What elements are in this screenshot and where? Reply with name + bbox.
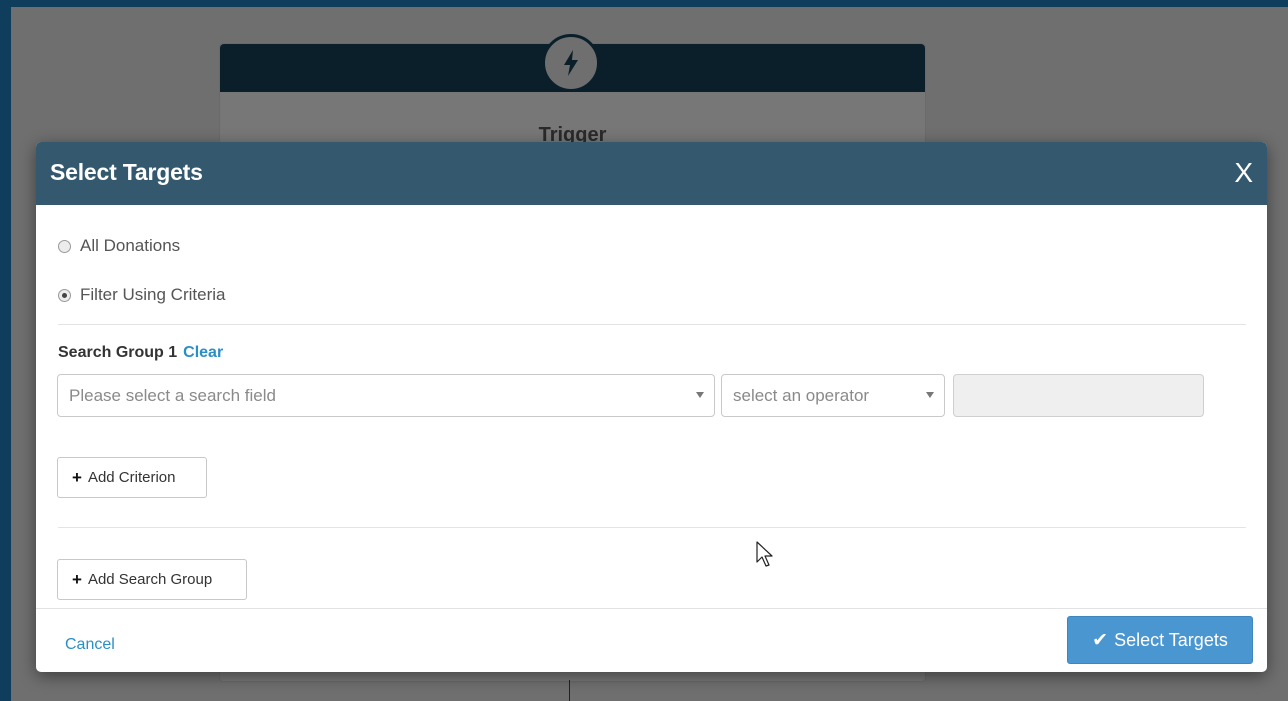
radio-label-filter-using-criteria: Filter Using Criteria bbox=[80, 285, 226, 304]
chevron-down-icon bbox=[696, 392, 704, 398]
select-targets-modal: Select Targets X All Donations Filter Us… bbox=[36, 142, 1267, 672]
search-group-label: Search Group 1 bbox=[58, 344, 178, 361]
select-targets-button[interactable]: ✔ Select Targets bbox=[1067, 616, 1253, 664]
criterion-value-input[interactable] bbox=[953, 374, 1204, 417]
checkmark-icon: ✔ bbox=[1092, 629, 1109, 651]
plus-icon: + bbox=[72, 569, 82, 589]
add-criterion-button[interactable]: + Add Criterion bbox=[57, 457, 207, 498]
operator-placeholder: select an operator bbox=[733, 385, 870, 405]
search-group-title: Search Group 1 Clear bbox=[58, 344, 223, 362]
lightning-bolt-icon bbox=[542, 34, 600, 92]
select-targets-label: Select Targets bbox=[1114, 629, 1228, 650]
operator-select[interactable]: select an operator bbox=[721, 374, 945, 417]
divider bbox=[58, 324, 1246, 325]
clear-link[interactable]: Clear bbox=[183, 344, 223, 361]
chevron-down-icon bbox=[926, 392, 934, 398]
radio-all-donations[interactable]: All Donations bbox=[58, 236, 180, 256]
connector-line bbox=[569, 680, 570, 701]
add-search-group-button[interactable]: + Add Search Group bbox=[57, 559, 247, 600]
search-field-select[interactable]: Please select a search field bbox=[57, 374, 715, 417]
divider bbox=[58, 527, 1246, 528]
modal-footer-divider bbox=[36, 608, 1267, 609]
cancel-button[interactable]: Cancel bbox=[65, 636, 115, 654]
radio-label-all-donations: All Donations bbox=[80, 236, 181, 255]
search-field-placeholder: Please select a search field bbox=[69, 385, 276, 405]
radio-button-unchecked[interactable] bbox=[58, 239, 71, 253]
modal-title: Select Targets bbox=[50, 159, 203, 185]
radio-filter-using-criteria[interactable]: Filter Using Criteria bbox=[58, 285, 225, 305]
close-button[interactable]: X bbox=[1234, 157, 1253, 189]
add-search-group-label: Add Search Group bbox=[87, 571, 213, 588]
radio-button-checked[interactable] bbox=[58, 288, 71, 302]
modal-header: Select Targets X bbox=[36, 142, 1267, 205]
add-criterion-label: Add Criterion bbox=[87, 469, 176, 486]
mouse-pointer-icon bbox=[756, 541, 774, 574]
plus-icon: + bbox=[72, 467, 82, 487]
